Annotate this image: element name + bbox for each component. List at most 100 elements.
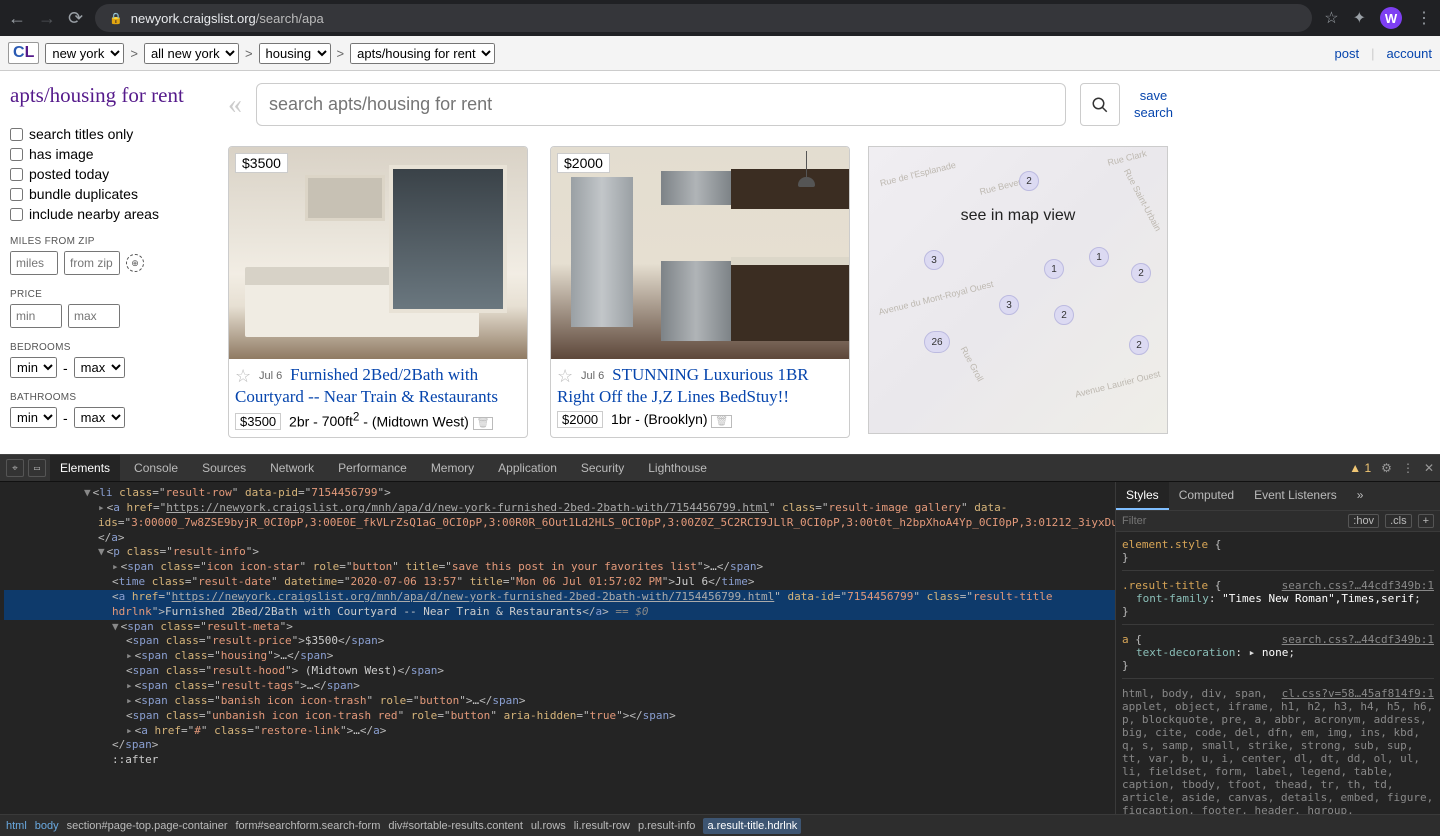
listing-date: Jul 6 bbox=[581, 370, 604, 382]
listing-image[interactable]: $2000 bbox=[551, 147, 849, 359]
save-search-link[interactable]: savesearch bbox=[1134, 88, 1173, 122]
breadcrumbs[interactable]: html body section#page-top.page-containe… bbox=[0, 814, 1440, 836]
filter-nearby-areas[interactable]: include nearby areas bbox=[10, 206, 210, 222]
hide-icon[interactable]: 🗑 bbox=[711, 415, 732, 428]
extensions-icon[interactable]: ✦ bbox=[1353, 8, 1366, 28]
crumb[interactable]: form#searchform.search-form bbox=[235, 820, 380, 832]
url-bar[interactable]: 🔒 newyork.craigslist.org/search/apa bbox=[95, 4, 1312, 32]
listing-card[interactable]: $3500 ☆ Jul 6 Furnished 2Bed/2Bath with … bbox=[228, 146, 528, 438]
favorite-icon[interactable]: ☆ bbox=[557, 366, 573, 386]
menu-icon[interactable]: ⋮ bbox=[1416, 8, 1432, 28]
cls-toggle[interactable]: .cls bbox=[1385, 514, 1412, 528]
more-icon[interactable]: ⋮ bbox=[1402, 461, 1414, 475]
star-icon[interactable]: ☆ bbox=[1324, 8, 1338, 28]
lock-icon: 🔒 bbox=[109, 12, 123, 25]
crumb[interactable]: section#page-top.page-container bbox=[67, 820, 228, 832]
styles-filter-input[interactable] bbox=[1122, 515, 1342, 527]
tab-security[interactable]: Security bbox=[571, 455, 634, 481]
styles-rules[interactable]: element.style { } search.css?…44cdf349b:… bbox=[1116, 532, 1440, 814]
filter-titles-only[interactable]: search titles only bbox=[10, 126, 210, 142]
tab-elements[interactable]: Elements bbox=[50, 455, 120, 481]
listing-price-pill: $2000 bbox=[557, 411, 603, 428]
warning-badge[interactable]: ▲ 1 bbox=[1349, 461, 1371, 475]
miles-from-zip-label: MILES FROM ZIP bbox=[10, 236, 210, 247]
main-content: « savesearch $3500 ☆ Jul 6 bbox=[220, 71, 1440, 444]
tab-memory[interactable]: Memory bbox=[421, 455, 484, 481]
tab-lighthouse[interactable]: Lighthouse bbox=[638, 455, 717, 481]
listing-card[interactable]: $2000 ☆ Jul 6 STUNNING Luxurious 1BR Rig… bbox=[550, 146, 850, 438]
tab-performance[interactable]: Performance bbox=[328, 455, 417, 481]
area-select[interactable]: all new york bbox=[144, 43, 239, 64]
filter-bundle-duplicates[interactable]: bundle duplicates bbox=[10, 186, 210, 202]
event-listeners-tab[interactable]: Event Listeners bbox=[1244, 482, 1347, 510]
cl-topnav: CL new york > all new york > housing > a… bbox=[0, 36, 1440, 71]
category-select[interactable]: apts/housing for rent bbox=[350, 43, 495, 64]
url-text: newyork.craigslist.org/search/apa bbox=[131, 11, 324, 26]
reload-button[interactable]: ⟳ bbox=[68, 8, 83, 29]
elements-tree[interactable]: ▼<li class="result-row" data-pid="715445… bbox=[0, 482, 1115, 814]
listing-br: 1br bbox=[611, 411, 631, 427]
hide-icon[interactable]: 🗑 bbox=[473, 417, 494, 430]
styles-tab[interactable]: Styles bbox=[1116, 482, 1169, 510]
back-button[interactable]: ← bbox=[8, 8, 26, 29]
bedrooms-max-select[interactable]: max bbox=[74, 357, 125, 378]
post-link[interactable]: post bbox=[1334, 46, 1359, 61]
city-select[interactable]: new york bbox=[45, 43, 124, 64]
prev-page-icon: « bbox=[228, 89, 242, 121]
crumb-active[interactable]: a.result-title.hdrlnk bbox=[703, 818, 801, 834]
crumb[interactable]: div#sortable-results.content bbox=[388, 820, 523, 832]
listings-grid: $3500 ☆ Jul 6 Furnished 2Bed/2Bath with … bbox=[228, 146, 850, 438]
listing-date: Jul 6 bbox=[259, 370, 282, 382]
favorite-icon[interactable]: ☆ bbox=[235, 366, 251, 386]
breadcrumb-sep: > bbox=[130, 46, 138, 61]
tab-sources[interactable]: Sources bbox=[192, 455, 256, 481]
bathrooms-label: BATHROOMS bbox=[10, 392, 210, 403]
tab-console[interactable]: Console bbox=[124, 455, 188, 481]
listing-br: 2br bbox=[289, 413, 309, 429]
crumb[interactable]: li.result-row bbox=[574, 820, 630, 832]
price-min-input[interactable] bbox=[10, 304, 62, 328]
forward-button[interactable]: → bbox=[38, 8, 56, 29]
listing-sqft: 700ft2 bbox=[322, 413, 360, 429]
miles-input[interactable] bbox=[10, 251, 58, 275]
close-icon[interactable]: ✕ bbox=[1424, 461, 1434, 475]
bathrooms-max-select[interactable]: max bbox=[74, 407, 125, 428]
breadcrumb-sep: > bbox=[245, 46, 253, 61]
breadcrumb-sep: > bbox=[337, 46, 345, 61]
devtools-tabs: ⌖ ▭ Elements Console Sources Network Per… bbox=[0, 454, 1440, 482]
profile-avatar[interactable]: W bbox=[1380, 7, 1402, 29]
devtools-panel: ⌖ ▭ Elements Console Sources Network Per… bbox=[0, 454, 1440, 836]
device-toggle-icon[interactable]: ▭ bbox=[28, 459, 46, 477]
crumb[interactable]: p.result-info bbox=[638, 820, 695, 832]
zip-input[interactable] bbox=[64, 251, 120, 275]
add-rule-icon[interactable]: + bbox=[1418, 514, 1434, 528]
browser-chrome: ← → ⟳ 🔒 newyork.craigslist.org/search/ap… bbox=[0, 0, 1440, 36]
crumb[interactable]: ul.rows bbox=[531, 820, 566, 832]
price-max-input[interactable] bbox=[68, 304, 120, 328]
crumb[interactable]: body bbox=[35, 820, 59, 832]
search-input[interactable] bbox=[256, 83, 1066, 126]
tab-network[interactable]: Network bbox=[260, 455, 324, 481]
price-badge: $2000 bbox=[557, 153, 610, 173]
tab-application[interactable]: Application bbox=[488, 455, 567, 481]
styles-panel: Styles Computed Event Listeners » :hov .… bbox=[1115, 482, 1440, 814]
bedrooms-min-select[interactable]: min bbox=[10, 357, 57, 378]
search-icon bbox=[1091, 96, 1109, 114]
cl-logo[interactable]: CL bbox=[8, 42, 39, 64]
inspect-icon[interactable]: ⌖ bbox=[6, 459, 24, 477]
map-view-label: see in map view bbox=[869, 207, 1167, 225]
computed-tab[interactable]: Computed bbox=[1169, 482, 1244, 510]
filter-posted-today[interactable]: posted today bbox=[10, 166, 210, 182]
bathrooms-min-select[interactable]: min bbox=[10, 407, 57, 428]
settings-icon[interactable]: ⚙ bbox=[1381, 461, 1392, 475]
listing-image[interactable]: $3500 bbox=[229, 147, 527, 359]
filter-has-image[interactable]: has image bbox=[10, 146, 210, 162]
hov-toggle[interactable]: :hov bbox=[1348, 514, 1379, 528]
map-panel[interactable]: Rue de l'Esplanade Rue Beverly Rue Clark… bbox=[868, 146, 1168, 434]
search-button[interactable] bbox=[1080, 83, 1120, 126]
locate-icon[interactable]: ⊕ bbox=[126, 254, 144, 272]
section-select[interactable]: housing bbox=[259, 43, 331, 64]
crumb[interactable]: html bbox=[6, 820, 27, 832]
more-styles-tabs[interactable]: » bbox=[1347, 482, 1374, 510]
account-link[interactable]: account bbox=[1386, 46, 1432, 61]
